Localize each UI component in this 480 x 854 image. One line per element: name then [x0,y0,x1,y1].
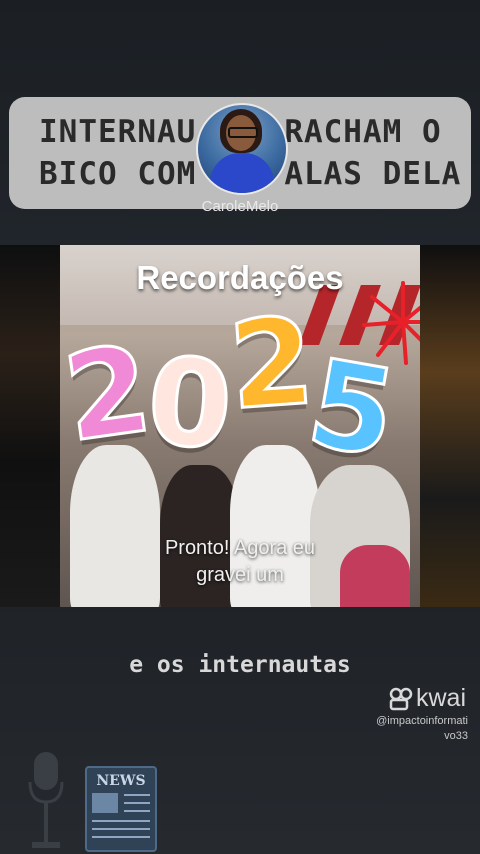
video-caption: Pronto! Agora eu gravei um [60,535,420,589]
avatar[interactable] [196,103,288,195]
microphone-icon [28,752,64,848]
kwai-logo-icon [389,688,413,711]
year-graphic: 2 0 2 5 [60,281,420,487]
side-panel-right [420,245,480,607]
news-icon: NEWS [85,766,157,852]
side-panel-left [0,245,60,607]
year-digit-2: 0 [142,331,238,478]
handle-line-2: vo33 [444,730,468,742]
handle-line-1: @impactoinformati [376,715,468,727]
video-player[interactable]: Recordações 2 0 2 5 Pronto! Agora eu gra… [60,245,420,607]
caption-line-1: Pronto! Agora eu [164,537,316,559]
firework-icon [362,281,420,365]
year-digit-1: 2 [60,318,160,470]
kwai-brand: kwai [416,684,467,712]
news-label: NEWS [96,773,145,789]
subtitle-text: e os internautas [129,652,351,678]
caption-line-2: gravei um [196,564,284,586]
creator-handle: @impactoinformati vo33 [348,714,468,744]
username-label[interactable]: CaroleMelo [0,198,480,215]
year-digit-3: 2 [224,291,320,438]
kwai-watermark: kwai [388,684,466,713]
